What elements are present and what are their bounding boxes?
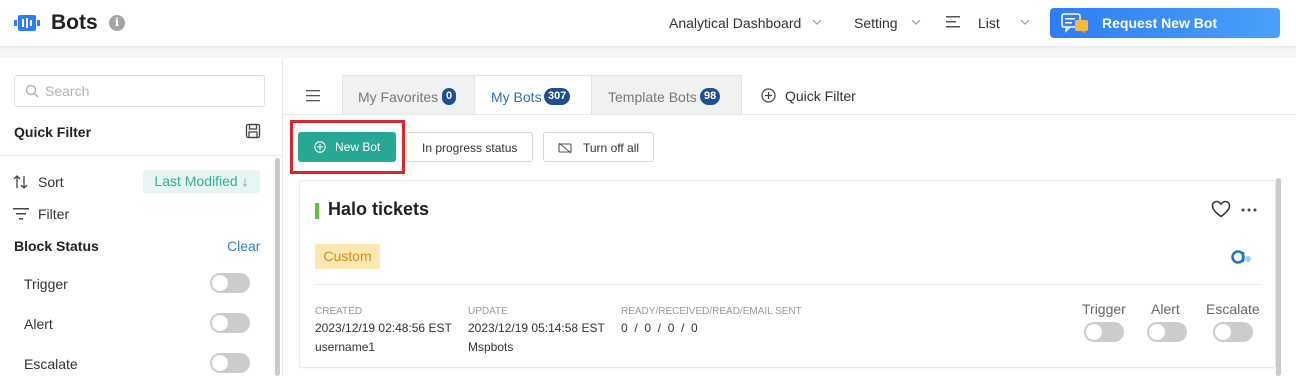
list-icon — [946, 16, 960, 28]
updated-by: Mspbots — [468, 340, 514, 354]
halo-brand-icon — [1231, 250, 1251, 264]
block-status-title: Block Status — [14, 238, 99, 254]
nav-list[interactable]: List — [978, 15, 1000, 31]
tabs-divider — [283, 114, 1296, 115]
bots-logo-icon — [14, 15, 40, 31]
search-input[interactable] — [45, 82, 255, 100]
search-icon — [25, 84, 39, 98]
main-panel: My Favorites 0 My Bots 307 Template Bots… — [282, 58, 1296, 376]
eye-off-icon — [558, 142, 572, 154]
sort-icon — [13, 175, 28, 189]
chevron-down-icon[interactable] — [1020, 17, 1030, 27]
turn-off-all-button[interactable]: Turn off all — [543, 132, 654, 162]
tab-template-bots[interactable]: Template Bots 98 — [591, 75, 742, 115]
new-bot-button[interactable]: New Bot — [298, 132, 396, 162]
created-by: username1 — [315, 340, 376, 354]
quick-filter-tab[interactable]: Quick Filter — [785, 88, 856, 104]
request-new-bot-label: Request New Bot — [1102, 15, 1218, 31]
tab-count-badge: 307 — [544, 88, 571, 105]
save-icon[interactable] — [245, 123, 261, 139]
in-progress-status-button[interactable]: In progress status — [406, 132, 533, 162]
clear-link[interactable]: Clear — [227, 238, 260, 254]
app-title: Bots — [51, 11, 98, 34]
more-options-icon[interactable] — [1240, 201, 1258, 219]
custom-tag: Custom — [315, 244, 380, 269]
sort-value-badge[interactable]: Last Modified ↓ — [143, 170, 260, 193]
toggle-label-escalate: Escalate — [24, 356, 78, 372]
in-progress-label: In progress status — [422, 141, 518, 155]
sidebar: Quick Filter Sort Last Modified ↓ Filter… — [0, 58, 282, 376]
card-escalate-label: Escalate — [1206, 301, 1260, 317]
turn-off-all-label: Turn off all — [583, 141, 640, 155]
sort-label: Sort — [38, 174, 64, 190]
card-trigger-label: Trigger — [1082, 301, 1126, 317]
trigger-toggle[interactable] — [210, 273, 250, 293]
card-alert-label: Alert — [1151, 301, 1180, 317]
tab-count-badge: 0 — [442, 88, 457, 105]
tab-count-badge: 98 — [700, 88, 721, 105]
toggle-label-alert: Alert — [24, 316, 53, 332]
nav-setting[interactable]: Setting — [854, 15, 898, 31]
search-box[interactable] — [14, 75, 265, 107]
filter-icon — [13, 208, 29, 220]
card-escalate-toggle[interactable] — [1213, 322, 1253, 342]
card-alert-toggle[interactable] — [1147, 322, 1187, 342]
stats-label: READY/RECEIVED/READ/EMAIL SENT — [621, 306, 802, 317]
created-value: 2023/12/19 02:48:56 EST — [315, 321, 452, 335]
heart-icon[interactable] — [1211, 200, 1231, 218]
tab-label: My Favorites — [358, 89, 439, 105]
main-scrollbar[interactable] — [1276, 178, 1281, 376]
update-label: UPDATE — [468, 306, 508, 317]
plus-circle-icon — [314, 141, 326, 153]
chevron-down-icon[interactable] — [911, 17, 921, 27]
chevron-down-icon[interactable] — [812, 17, 822, 27]
bot-title[interactable]: Halo tickets — [328, 199, 429, 220]
quick-filter-title: Quick Filter — [14, 124, 92, 140]
card-divider — [315, 284, 1261, 285]
filter-label[interactable]: Filter — [38, 206, 69, 222]
tab-my-favorites[interactable]: My Favorites 0 — [342, 75, 475, 115]
bot-card[interactable]: Halo tickets Custom CREATED 2023/12/19 0… — [299, 180, 1276, 368]
menu-icon[interactable] — [306, 90, 320, 102]
alert-toggle[interactable] — [210, 313, 250, 333]
stats-value: 0 / 0 / 0 / 0 — [621, 321, 698, 335]
escalate-toggle[interactable] — [210, 353, 250, 373]
sidebar-scrollbar[interactable] — [275, 158, 280, 376]
chat-bubble-icon — [1061, 13, 1088, 34]
sidebar-divider — [0, 155, 282, 156]
created-label: CREATED — [315, 306, 363, 317]
new-bot-label: New Bot — [335, 140, 381, 154]
update-value: 2023/12/19 05:14:58 EST — [468, 321, 605, 335]
info-icon[interactable]: i — [109, 15, 125, 31]
card-trigger-toggle[interactable] — [1084, 322, 1124, 342]
tab-my-bots[interactable]: My Bots 307 — [475, 75, 591, 115]
request-new-bot-button[interactable]: Request New Bot — [1050, 8, 1280, 38]
tab-label: My Bots — [491, 89, 542, 105]
plus-circle-icon[interactable] — [761, 88, 776, 103]
nav-analytical-dashboard[interactable]: Analytical Dashboard — [669, 15, 801, 31]
tab-label: Template Bots — [608, 89, 697, 105]
card-accent-bar — [315, 203, 319, 219]
toggle-label-trigger: Trigger — [24, 276, 68, 292]
top-header: Bots i Analytical Dashboard Setting List… — [0, 0, 1296, 46]
